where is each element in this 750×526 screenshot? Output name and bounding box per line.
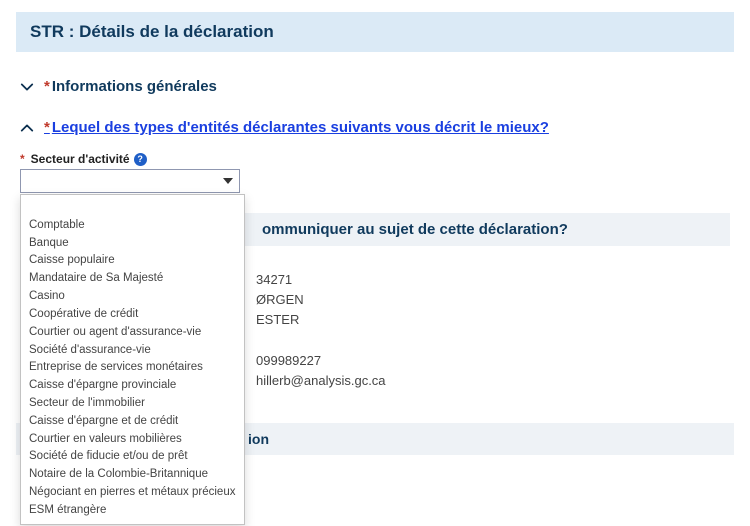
contact-email: hillerb@analysis.gc.ca [256,371,730,391]
accordion-general-info-label: *Informations générales [44,78,217,95]
required-star: * [44,119,50,136]
contact-phone: 099989227 [256,351,730,371]
activity-sector-select[interactable] [20,169,240,193]
option-blank[interactable] [21,199,244,217]
option-caisse-epargne-provinciale[interactable]: Caisse d'épargne provinciale [21,377,244,395]
option-courtier-assurance-vie[interactable]: Courtier ou agent d'assurance-vie [21,324,244,342]
option-mandataire-majeste[interactable]: Mandataire de Sa Majesté [21,270,244,288]
activity-sector-listbox[interactable]: Comptable Banque Caisse populaire Mandat… [20,194,245,525]
page-title-bar: STR : Détails de la déclaration [16,12,734,52]
option-courtier-valeurs[interactable]: Courtier en valeurs mobilières [21,431,244,449]
accordion-entity-type-label[interactable]: *Lequel des types d'entités déclarantes … [44,119,549,136]
option-fiducie-pret[interactable]: Société de fiducie et/ou de prêt [21,448,244,466]
contact-id: 34271 [256,270,730,290]
required-star: * [20,152,25,166]
entity-type-panel: * Secteur d'activité ? Comptable Banque … [16,152,734,209]
option-banque[interactable]: Banque [21,235,244,253]
accordion-general-info[interactable]: *Informations générales [16,70,734,103]
chevron-up-icon [20,121,34,135]
option-societe-assurance-vie[interactable]: Société d'assurance-vie [21,342,244,360]
contact-name-1: ØRGEN [256,290,730,310]
option-immobilier[interactable]: Secteur de l'immobilier [21,395,244,413]
required-star: * [44,78,50,95]
option-esm[interactable]: Entreprise de services monétaires [21,359,244,377]
help-icon[interactable]: ? [134,153,147,166]
accordion-entity-type[interactable]: *Lequel des types d'entités déclarantes … [16,111,734,144]
page-title: STR : Détails de la déclaration [30,22,720,42]
option-casino[interactable]: Casino [21,288,244,306]
option-esm-etrangere[interactable]: ESM étrangère [21,502,244,520]
option-comptable[interactable]: Comptable [21,217,244,235]
chevron-down-icon [20,80,34,94]
contact-blank [256,330,730,350]
option-notaire-cb[interactable]: Notaire de la Colombie-Britannique [21,466,244,484]
option-cooperative-credit[interactable]: Coopérative de crédit [21,306,244,324]
option-pierres-metaux[interactable]: Négociant en pierres et métaux précieux [21,484,244,502]
accordion-contact-label: ommuniquer au sujet de cette déclaration… [262,221,568,238]
option-caisse-epargne-credit[interactable]: Caisse d'épargne et de crédit [21,413,244,431]
activity-sector-label: * Secteur d'activité ? [20,152,730,166]
option-caisse-populaire[interactable]: Caisse populaire [21,252,244,270]
contact-name-2: ESTER [256,310,730,330]
